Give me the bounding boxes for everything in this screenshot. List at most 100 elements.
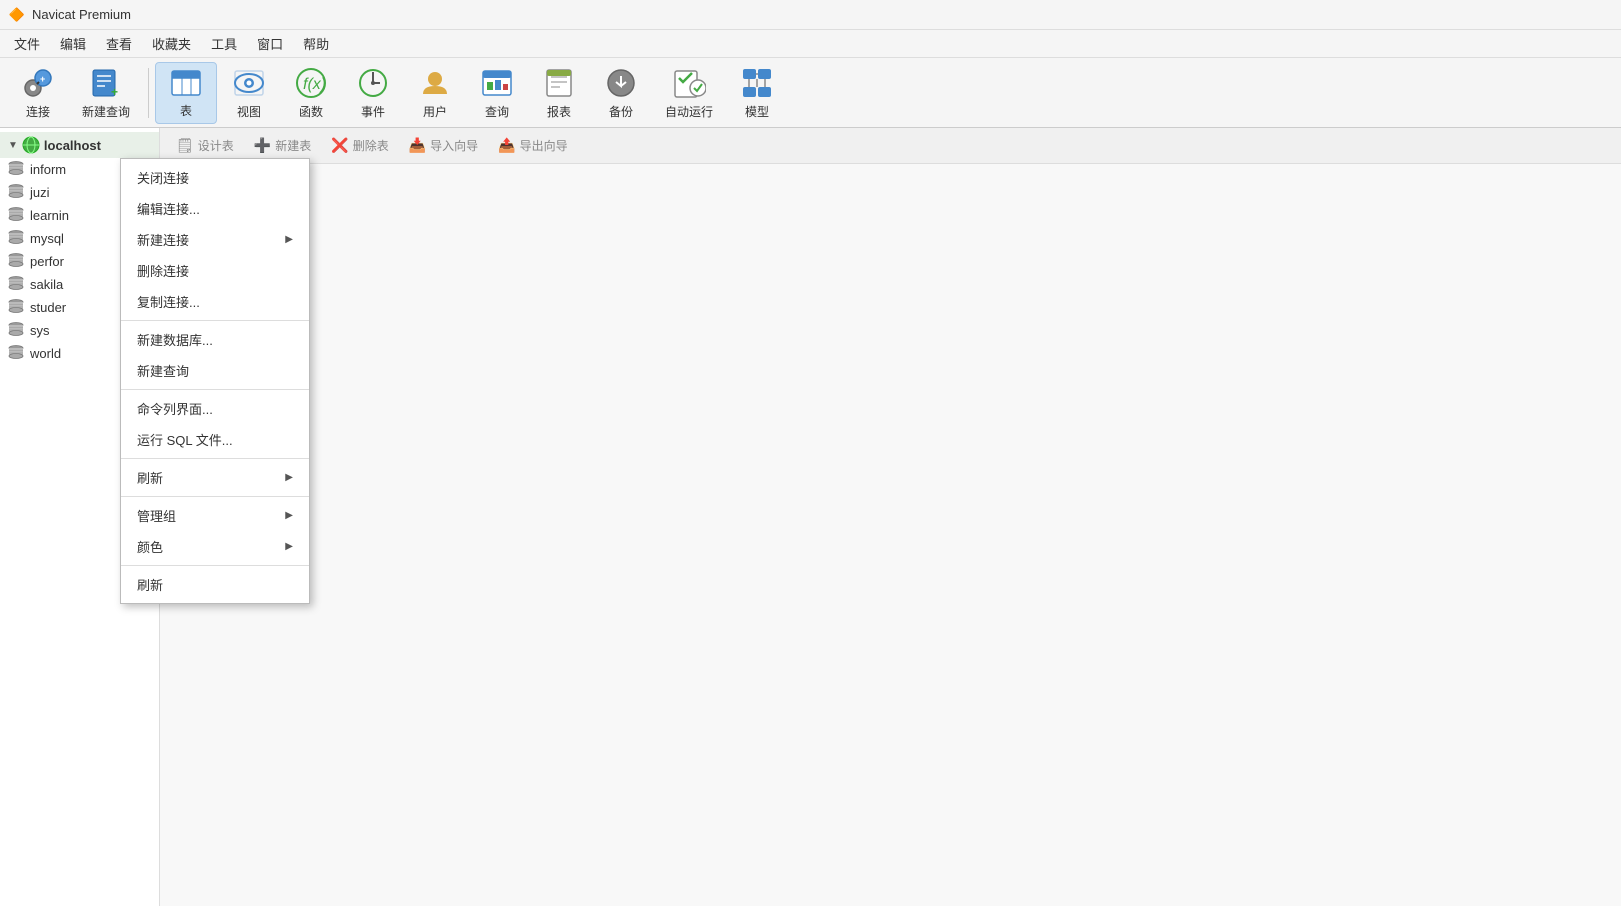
toolbar-divider [148, 68, 149, 118]
content-btn-label-design-table: 设计表 [198, 137, 234, 154]
content-btn-design-table[interactable]: 🗒设计表 [168, 134, 242, 157]
menu-item-帮助[interactable]: 帮助 [293, 30, 339, 57]
ctx-item-run-sql[interactable]: 运行 SQL 文件... [121, 424, 309, 455]
toolbar-btn-table[interactable]: 表 [155, 62, 217, 124]
content-btn-new-table[interactable]: ➕新建表 [246, 134, 319, 157]
ctx-item-new-database[interactable]: 新建数据库... [121, 324, 309, 355]
ctx-arrow-icon: ▶ [285, 510, 293, 521]
ctx-label-manage-group: 管理组 [137, 506, 176, 525]
toolbar-btn-label-new-query: 新建查询 [82, 103, 130, 120]
connection-icon [22, 136, 40, 154]
svg-text:+: + [40, 74, 45, 84]
content-btn-import-wizard[interactable]: 📥导入向导 [401, 134, 486, 157]
ctx-arrow-icon: ▶ [285, 472, 293, 483]
ctx-label-new-connection: 新建连接 [137, 230, 189, 249]
toolbar-btn-event[interactable]: 事件 [343, 62, 403, 124]
db-name: mysql [30, 231, 64, 246]
ctx-item-delete-connection[interactable]: 删除连接 [121, 255, 309, 286]
db-icon [8, 299, 24, 316]
db-icon [8, 230, 24, 247]
toolbar-btn-label-backup: 备份 [609, 103, 633, 120]
db-name: inform [30, 162, 66, 177]
db-name: world [30, 346, 61, 361]
db-name: studer [30, 300, 66, 315]
ctx-item-refresh[interactable]: 刷新 ▶ [121, 462, 309, 493]
menu-bar: 文件编辑查看收藏夹工具窗口帮助 [0, 30, 1621, 58]
import-wizard-icon: 📥 [409, 137, 426, 154]
ctx-item-copy-connection[interactable]: 复制连接... [121, 286, 309, 317]
menu-item-文件[interactable]: 文件 [4, 30, 50, 57]
menu-item-窗口[interactable]: 窗口 [247, 30, 293, 57]
toolbar-btn-autorun[interactable]: 自动运行 [653, 62, 725, 124]
delete-table-icon: ❌ [331, 137, 348, 154]
function-icon: f(x) [293, 66, 329, 101]
view-icon [231, 66, 267, 101]
ctx-item-refresh2[interactable]: 刷新 [121, 569, 309, 600]
toolbar-btn-label-query: 查询 [485, 103, 509, 120]
query-icon [479, 66, 515, 101]
ctx-label-new-query2: 新建查询 [137, 361, 189, 380]
menu-item-查看[interactable]: 查看 [96, 30, 142, 57]
menu-item-工具[interactable]: 工具 [201, 30, 247, 57]
ctx-item-color[interactable]: 颜色▶ [121, 531, 309, 562]
new-table-icon: ➕ [254, 137, 271, 154]
toolbar-btn-label-report: 报表 [547, 103, 571, 120]
ctx-label-close-connection: 关闭连接 [137, 168, 189, 187]
connection-item[interactable]: ▼ localhost [0, 132, 159, 158]
toolbar-btn-label-function: 函数 [299, 103, 323, 120]
autorun-icon [671, 66, 707, 101]
ctx-separator [121, 458, 309, 459]
table-icon [168, 66, 204, 100]
content-toolbar: 🗒设计表➕新建表 ❌ 删除表 📥导入向导 📤 导出向导 [160, 128, 1621, 164]
toolbar-btn-label-user: 用户 [423, 103, 447, 120]
ctx-label-refresh: 刷新 [137, 468, 163, 487]
ctx-arrow-icon: ▶ [285, 541, 293, 552]
toolbar-btn-label-view: 视图 [237, 103, 261, 120]
toolbar-btn-query[interactable]: 查询 [467, 62, 527, 124]
export-wizard-icon: 📤 [498, 137, 515, 154]
ctx-arrow-icon: ▶ [285, 234, 293, 245]
db-icon [8, 276, 24, 293]
toolbar-btn-label-autorun: 自动运行 [665, 103, 713, 120]
db-name: learnin [30, 208, 69, 223]
connection-label: localhost [44, 138, 101, 153]
ctx-item-new-query2[interactable]: 新建查询 [121, 355, 309, 386]
report-icon [541, 66, 577, 101]
db-name: juzi [30, 185, 50, 200]
app-title: Navicat Premium [32, 7, 131, 22]
ctx-item-new-connection[interactable]: 新建连接 ▶ [121, 224, 309, 255]
ctx-item-manage-group[interactable]: 管理组 ▶ [121, 500, 309, 531]
toolbar-btn-label-table: 表 [180, 102, 192, 119]
event-icon [355, 66, 391, 101]
ctx-separator [121, 565, 309, 566]
content-btn-label-delete-table: 删除表 [353, 137, 389, 154]
ctx-item-close-connection[interactable]: 关闭连接 [121, 162, 309, 193]
menu-item-编辑[interactable]: 编辑 [50, 30, 96, 57]
ctx-item-command-line[interactable]: 命令列界面... [121, 393, 309, 424]
content-btn-label-export-wizard: 导出向导 [520, 137, 568, 154]
db-icon [8, 161, 24, 178]
db-icon [8, 345, 24, 362]
svg-text:f(x): f(x) [303, 76, 326, 93]
content-btn-label-import-wizard: 导入向导 [430, 137, 478, 154]
svg-text:+: + [111, 85, 118, 99]
db-name: sys [30, 323, 50, 338]
title-bar: 🔶 Navicat Premium [0, 0, 1621, 30]
db-name: sakila [30, 277, 63, 292]
toolbar-btn-new-query[interactable]: + 新建查询 [70, 62, 142, 124]
toolbar-btn-view[interactable]: 视图 [219, 62, 279, 124]
toolbar-btn-report[interactable]: 报表 [529, 62, 589, 124]
model-icon [739, 66, 775, 101]
toolbar-btn-model[interactable]: 模型 [727, 62, 787, 124]
toolbar-btn-user[interactable]: 用户 [405, 62, 465, 124]
toolbar-btn-connect[interactable]: +连接 [8, 62, 68, 124]
ctx-item-edit-connection[interactable]: 编辑连接... [121, 193, 309, 224]
ctx-separator [121, 389, 309, 390]
content-btn-delete-table[interactable]: ❌ 删除表 [323, 134, 396, 157]
toolbar-btn-backup[interactable]: 备份 [591, 62, 651, 124]
toolbar-btn-function[interactable]: f(x) 函数 [281, 62, 341, 124]
app-icon: 🔶 [8, 6, 26, 24]
content-btn-export-wizard[interactable]: 📤 导出向导 [490, 134, 575, 157]
expand-arrow-icon: ▼ [8, 140, 18, 151]
menu-item-收藏夹[interactable]: 收藏夹 [142, 30, 201, 57]
